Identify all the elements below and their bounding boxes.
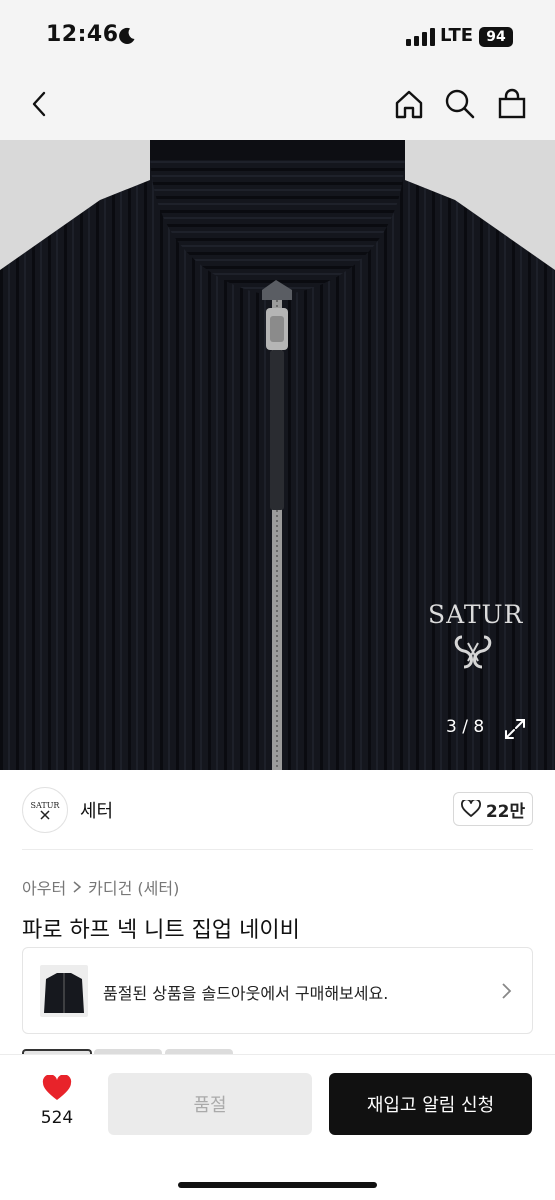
brand-embroidery: SATUR [428,600,524,679]
back-icon[interactable] [22,86,58,122]
bottom-action-bar: 524 품절 재입고 알림 신청 [0,1054,555,1200]
network-label: LTE [440,25,474,46]
signal-icon [406,28,435,46]
brand-monogram-icon [454,635,492,669]
divider [22,849,533,850]
soldout-banner[interactable]: 품절된 상품을 솔드아웃에서 구매해보세요. [22,947,533,1034]
breadcrumb: 아우터 카디건 (세터) [22,875,179,899]
expand-icon[interactable] [503,717,527,745]
soldout-banner-text: 품절된 상품을 솔드아웃에서 구매해보세요. [103,984,389,1003]
breadcrumb-parent[interactable]: 아우터 [22,875,66,899]
chevron-right-icon [500,982,512,1004]
restock-alert-button[interactable]: 재입고 알림 신청 [329,1073,532,1135]
brand-name[interactable]: 세터 [80,797,113,823]
chevron-right-icon [73,881,82,893]
product-image[interactable]: SATUR 3 / 8 [0,140,555,770]
heart-filled-icon [42,1074,72,1100]
brand-logo-mark-icon [40,809,50,820]
breadcrumb-child[interactable]: 카디건 (세터) [88,875,179,899]
nav-bar [0,72,555,140]
battery-icon: 94 [479,27,513,47]
brand-logo[interactable]: SATUR [22,787,68,833]
brand-logo-text: SATUR [30,800,60,810]
home-indicator [178,1182,377,1188]
soldout-button: 품절 [108,1073,312,1135]
status-time: 12:46 [46,22,119,47]
heart-outline-icon [460,800,481,817]
product-thumbnail [40,965,88,1017]
brand-like-count: 22만 [485,801,526,822]
product-title: 파로 하프 넥 니트 집업 네이비 [22,918,300,943]
status-bar: 12:46 LTE 94 [0,0,555,72]
moon-icon [118,27,136,49]
image-counter: 3 / 8 [446,717,485,737]
brand-like-button[interactable]: 22만 [453,792,533,826]
search-icon[interactable] [442,86,478,122]
brand-row: SATUR 세터 22만 [22,785,533,835]
wish-count: 524 [40,1108,74,1128]
home-icon[interactable] [391,86,427,122]
wish-button[interactable]: 524 [30,1074,84,1128]
shopping-bag-icon[interactable] [494,86,530,122]
brand-embroidery-text: SATUR [428,600,524,629]
